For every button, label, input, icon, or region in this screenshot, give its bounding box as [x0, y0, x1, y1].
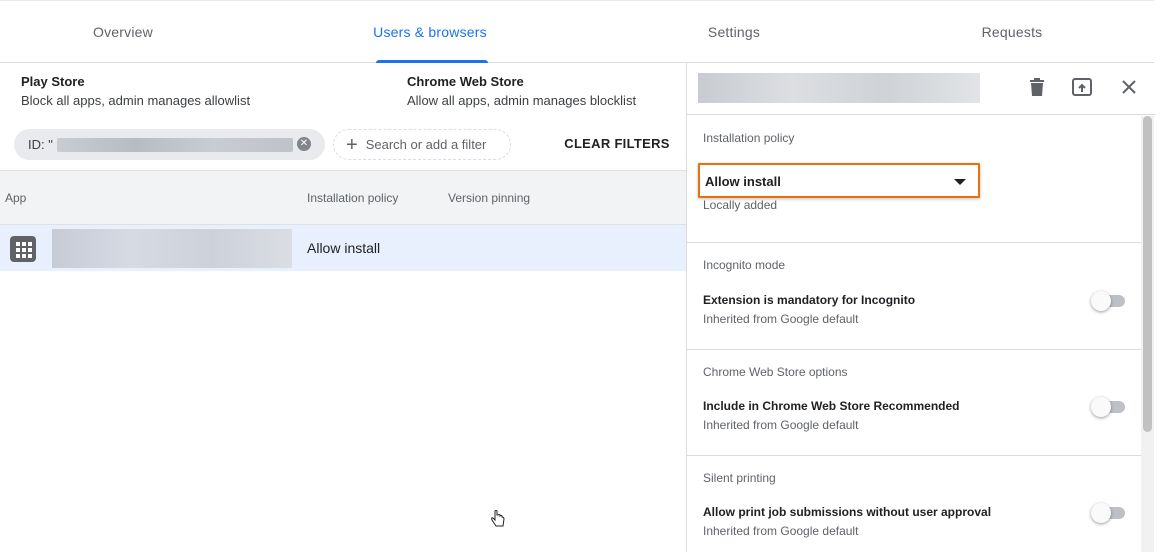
remove-filter-icon[interactable]: ✕ [297, 137, 311, 151]
panel-header [687, 63, 1155, 115]
silent-printing-source: Inherited from Google default [703, 524, 859, 538]
chevron-down-icon [954, 179, 966, 185]
installation-policy-value: Allow install [705, 174, 781, 189]
app-details-panel: Installation policy Locally added Allow … [686, 63, 1155, 552]
redacted-app-name [52, 229, 292, 268]
table-header: App Installation policy Version pinning [0, 170, 686, 225]
cws-recommended-source: Inherited from Google default [703, 418, 859, 432]
installation-policy-source: Locally added [703, 198, 778, 212]
incognito-mode-section: Incognito mode Extension is mandatory fo… [687, 243, 1143, 350]
tab-users-browsers[interactable]: Users & browsers [308, 1, 552, 63]
cws-options-title: Chrome Web Store options [703, 365, 848, 379]
scrollbar-thumb[interactable] [1143, 116, 1152, 432]
active-tab-indicator [376, 60, 488, 63]
incognito-source: Inherited from Google default [703, 312, 859, 326]
silent-printing-label: Allow print job submissions without user… [703, 505, 992, 519]
column-header-installation-policy[interactable]: Installation policy [307, 191, 398, 205]
incognito-mandatory-label: Extension is mandatory for Incognito [703, 293, 916, 307]
app-grid-icon [10, 236, 36, 262]
filter-chip-label: ID: " [28, 137, 53, 152]
add-icon: + [346, 133, 358, 156]
play-store-title: Play Store [21, 74, 85, 89]
chrome-web-store-options-section: Chrome Web Store options Include in Chro… [687, 350, 1143, 456]
add-filter-placeholder: Search or add a filter [365, 137, 487, 152]
tab-overview-label: Overview [93, 24, 153, 40]
tab-requests-label: Requests [981, 24, 1043, 40]
silent-printing-section: Silent printing Allow print job submissi… [687, 456, 1143, 552]
top-tab-bar: Overview Users & browsers Settings Reque… [0, 0, 1154, 63]
play-store-desc: Block all apps, admin manages allowlist [21, 93, 251, 108]
id-filter-chip[interactable]: ID: " ✕ [14, 129, 325, 160]
delete-icon[interactable] [1025, 75, 1049, 99]
chrome-web-store-desc: Allow all apps, admin manages blocklist [407, 93, 637, 108]
add-filter-input[interactable]: + Search or add a filter [333, 129, 511, 160]
open-in-new-icon[interactable] [1070, 75, 1094, 99]
redacted-app-title [698, 73, 980, 103]
tab-requests[interactable]: Requests [890, 1, 1134, 63]
tab-settings[interactable]: Settings [612, 1, 856, 63]
row-installation-policy: Allow install [307, 240, 381, 256]
hand-cursor-icon [491, 510, 505, 527]
close-icon[interactable] [1117, 75, 1141, 99]
chrome-web-store-title: Chrome Web Store [407, 74, 524, 89]
column-header-version-pinning[interactable]: Version pinning [448, 191, 530, 205]
incognito-mandatory-toggle[interactable] [1091, 291, 1127, 311]
incognito-mode-title: Incognito mode [703, 258, 786, 272]
cws-recommended-toggle[interactable] [1091, 397, 1127, 417]
clear-filters-button[interactable]: CLEAR FILTERS [560, 136, 674, 151]
panel-scrollbar[interactable] [1141, 116, 1154, 552]
chrome-web-store-summary: Chrome Web Store Allow all apps, admin m… [407, 72, 636, 110]
silent-printing-toggle[interactable] [1091, 503, 1127, 523]
column-header-app[interactable]: App [5, 191, 26, 205]
tab-overview[interactable]: Overview [0, 1, 246, 63]
tab-users-browsers-label: Users & browsers [373, 24, 487, 40]
tab-settings-label: Settings [707, 24, 761, 40]
cws-recommended-label: Include in Chrome Web Store Recommended [703, 399, 960, 413]
play-store-summary: Play Store Block all apps, admin manages… [21, 72, 250, 110]
installation-policy-title: Installation policy [703, 131, 795, 145]
table-row[interactable]: Allow install [0, 225, 686, 271]
redacted-id [56, 137, 293, 152]
installation-policy-select[interactable]: Allow install [698, 163, 980, 198]
silent-printing-title: Silent printing [703, 471, 776, 485]
